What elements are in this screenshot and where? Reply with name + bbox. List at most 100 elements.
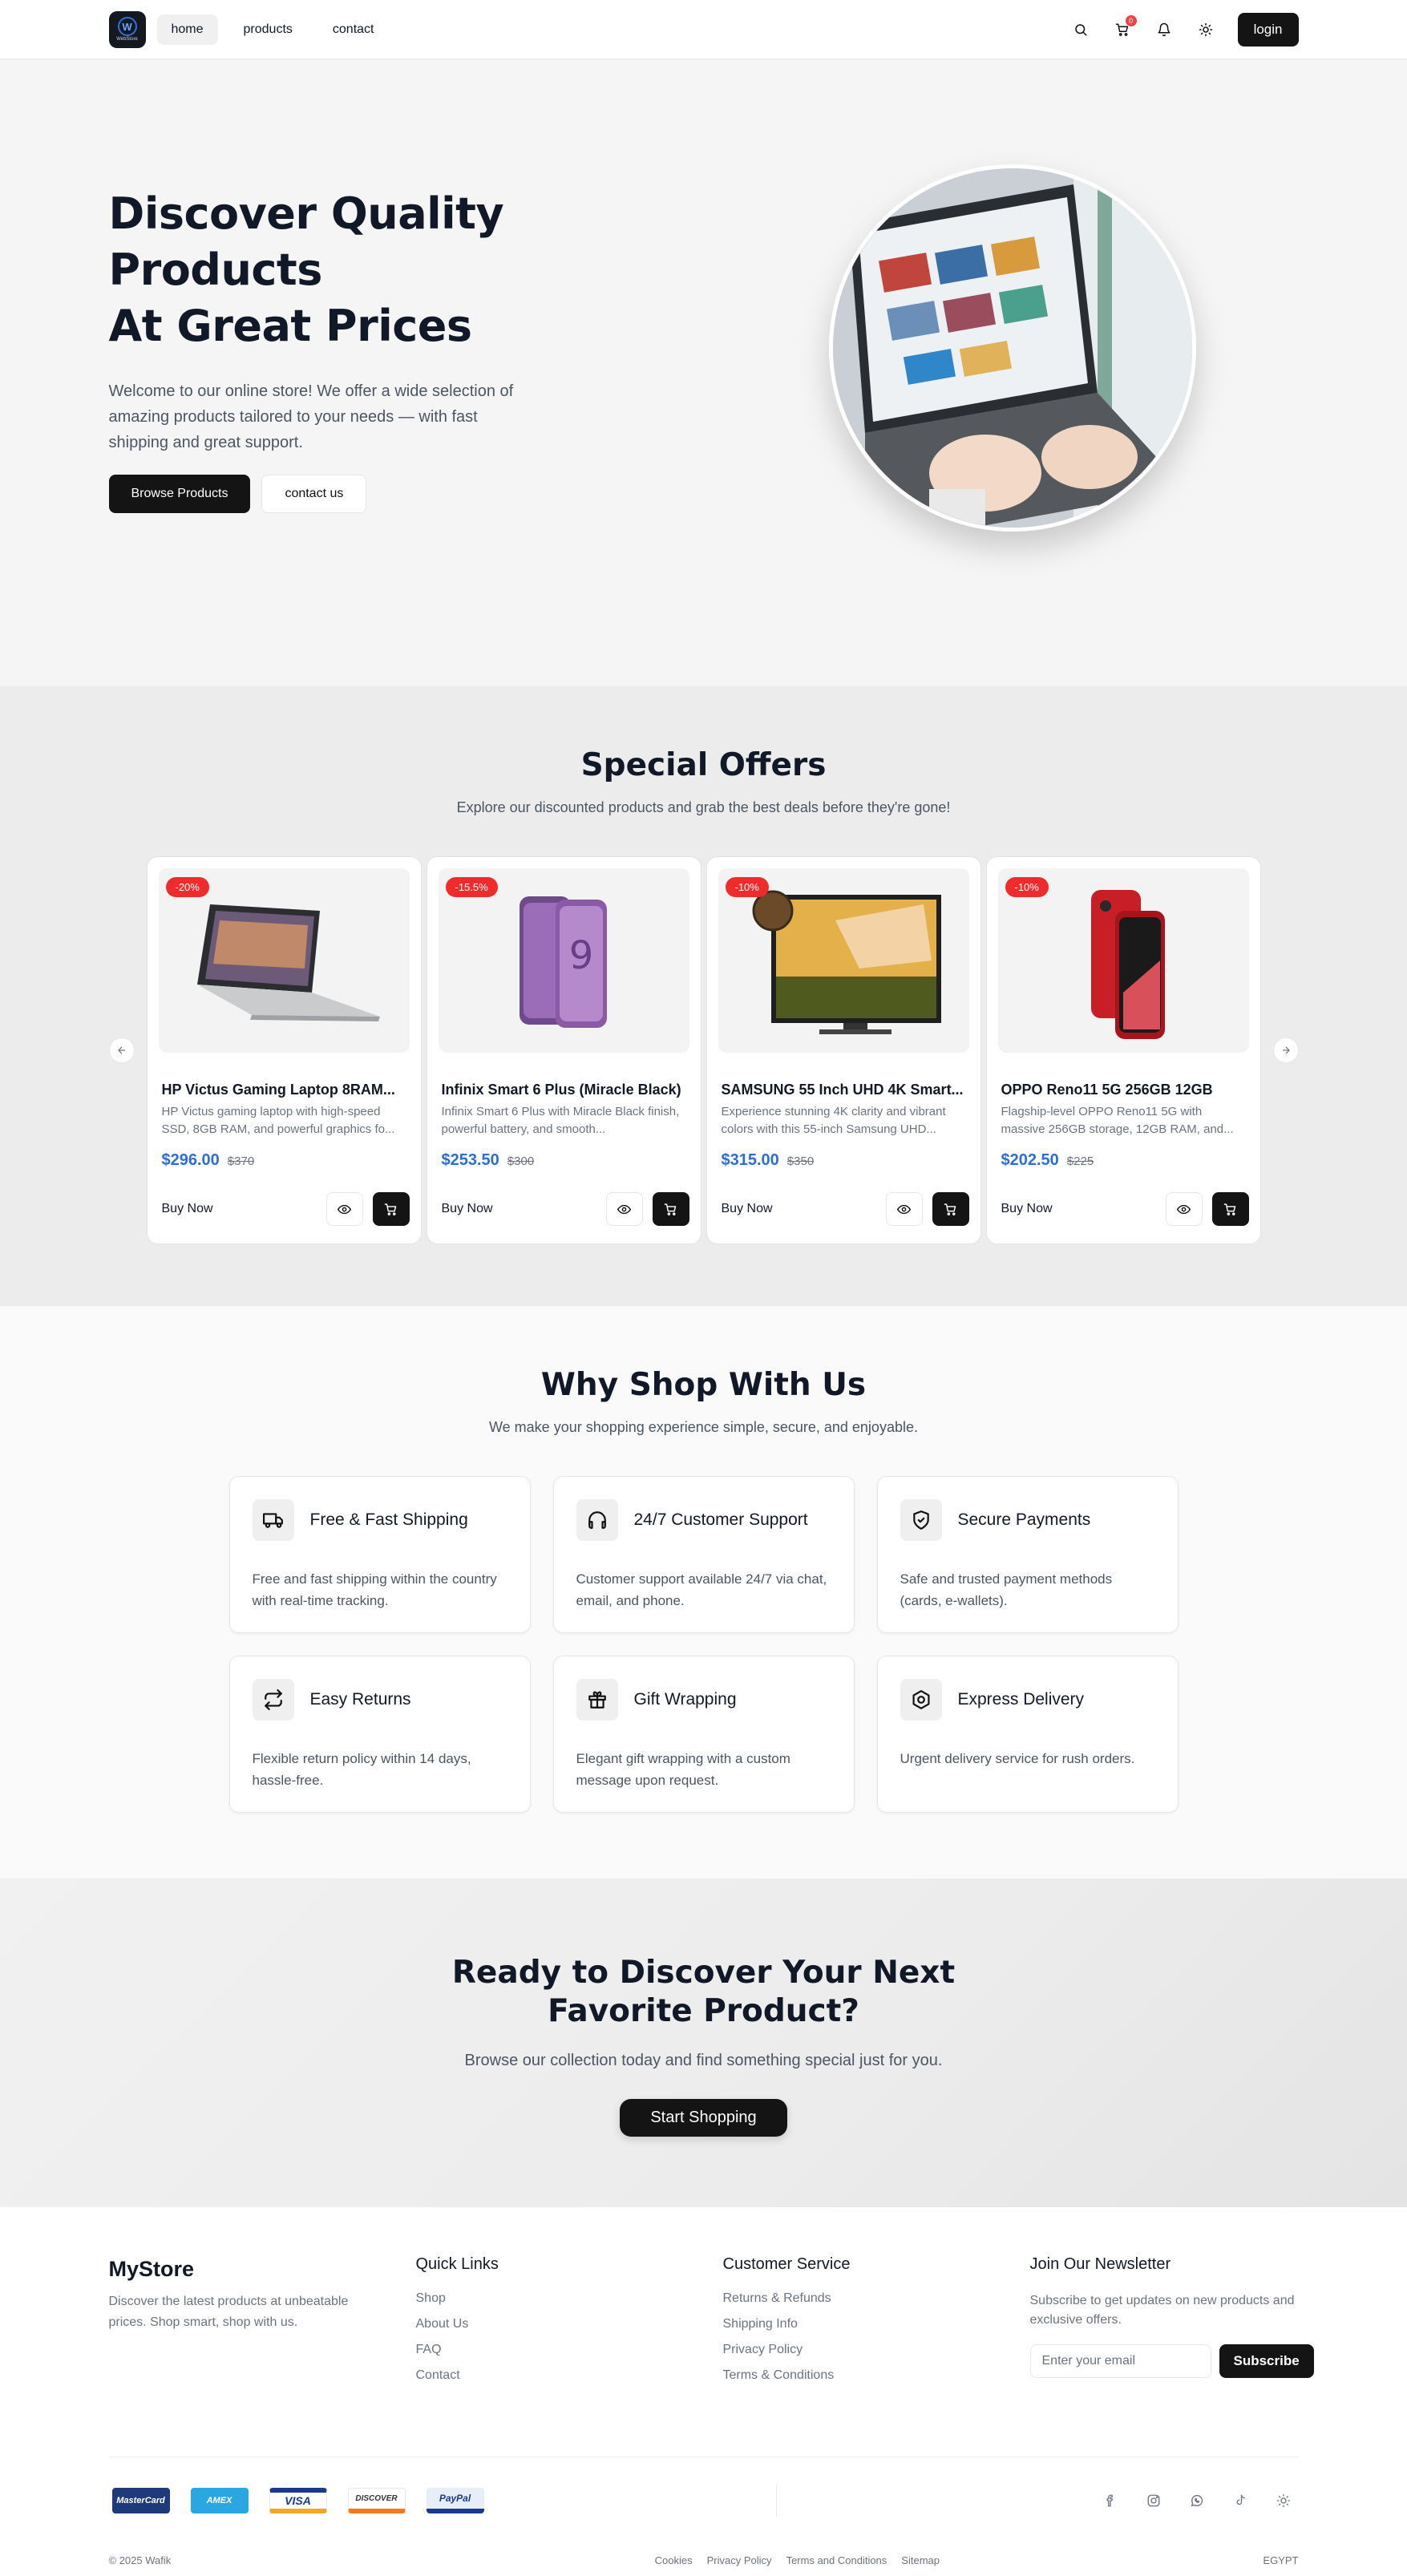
product-price: $202.50 $225 xyxy=(998,1151,1249,1170)
red-phone-illustration xyxy=(1091,890,1165,1039)
footer-link-terms[interactable]: Terms & Conditions xyxy=(723,2368,1030,2383)
buy-now-link[interactable]: Buy Now xyxy=(722,1202,773,1216)
theme-sun-icon[interactable] xyxy=(1276,2493,1291,2508)
carousel-next-button[interactable] xyxy=(1272,1037,1299,1063)
legal-link-terms[interactable]: Terms and Conditions xyxy=(786,2554,887,2566)
country-label: EGYPT xyxy=(1263,2554,1299,2566)
legal-link-cookies[interactable]: Cookies xyxy=(655,2554,693,2566)
feature-title: Gift Wrapping xyxy=(633,1690,737,1709)
footer-link-about[interactable]: About Us xyxy=(416,2317,723,2331)
card-actions: Buy Now xyxy=(1001,1192,1249,1226)
feature-card: Free & Fast Shipping Free and fast shipp… xyxy=(228,1476,531,1633)
product-cards: -20% HP Victus Gaming Laptop 8RAM... HP … xyxy=(146,856,1261,1244)
arrow-right-icon xyxy=(1282,1046,1290,1054)
product-image: -10% xyxy=(997,868,1249,1053)
footer-link-faq[interactable]: FAQ xyxy=(416,2343,723,2357)
product-name[interactable]: OPPO Reno11 5G 256GB 12GB xyxy=(998,1082,1249,1098)
quick-links-title: Quick Links xyxy=(415,2255,499,2273)
cta-subtitle: Browse our collection today and find som… xyxy=(464,2052,943,2069)
add-to-cart-button[interactable] xyxy=(1211,1192,1249,1226)
product-card[interactable]: -10% SAMSUNG 55 Inch UHD 4K Smart... Exp… xyxy=(706,856,981,1244)
nav-link-products[interactable]: products xyxy=(229,14,307,45)
logo[interactable]: W WebStore xyxy=(108,10,146,48)
hero-laptop-illustration xyxy=(832,168,1192,528)
product-card[interactable]: -15.5% 9 Infinix Smart 6 Plus (Miracle B… xyxy=(426,856,701,1244)
feature-description: Safe and trusted payment methods (cards,… xyxy=(900,1571,1113,1608)
card-icon-buttons xyxy=(1165,1192,1249,1226)
hexagon-icon xyxy=(900,1679,942,1721)
carousel-prev-button[interactable] xyxy=(108,1037,135,1063)
footer-brand: MyStore Discover the latest products at … xyxy=(109,2255,416,2383)
legal-link-privacy[interactable]: Privacy Policy xyxy=(707,2554,772,2566)
product-name[interactable]: SAMSUNG 55 Inch UHD 4K Smart... xyxy=(718,1082,969,1098)
tiktok-icon[interactable] xyxy=(1233,2493,1247,2508)
whatsapp-icon[interactable] xyxy=(1190,2493,1204,2508)
site-footer: MyStore Discover the latest products at … xyxy=(0,2207,1407,2576)
add-to-cart-button[interactable] xyxy=(932,1192,969,1226)
footer-link-shop[interactable]: Shop xyxy=(416,2291,723,2306)
footer-columns: MyStore Discover the latest products at … xyxy=(109,2255,1314,2383)
footer-link-returns[interactable]: Returns & Refunds xyxy=(723,2291,1030,2306)
cart-icon xyxy=(664,1203,677,1215)
brand-description: Discover the latest products at unbeatab… xyxy=(108,2295,349,2329)
browse-products-button[interactable]: Browse Products xyxy=(108,474,251,513)
price-current: $315.00 xyxy=(721,1151,779,1169)
eye-icon xyxy=(338,1204,351,1214)
contact-us-button[interactable]: contact us xyxy=(261,474,367,513)
price-current: $296.00 xyxy=(161,1151,220,1169)
price-current: $202.50 xyxy=(1001,1151,1059,1169)
product-card[interactable]: -20% HP Victus Gaming Laptop 8RAM... HP … xyxy=(146,856,422,1244)
nav-link-contact[interactable]: contact xyxy=(318,14,389,45)
add-to-cart-button[interactable] xyxy=(372,1192,410,1226)
feature-title: Express Delivery xyxy=(957,1690,1085,1709)
feature-card: Gift Wrapping Elegant gift wrapping with… xyxy=(552,1656,855,1813)
card-actions: Buy Now xyxy=(442,1192,689,1226)
offers-title: Special Offers xyxy=(580,747,827,783)
why-subtitle: We make your shopping experience simple,… xyxy=(489,1419,918,1435)
shield-check-icon xyxy=(900,1499,942,1541)
nav-left: W WebStore home products contact xyxy=(108,10,389,48)
tv-illustration xyxy=(752,890,941,1034)
buy-now-link[interactable]: Buy Now xyxy=(1001,1202,1053,1216)
offers-subtitle: Explore our discounted products and grab… xyxy=(456,799,951,815)
newsletter-email-input[interactable] xyxy=(1029,2344,1211,2378)
search-icon[interactable] xyxy=(1071,20,1090,39)
quick-view-button[interactable] xyxy=(885,1192,923,1226)
quick-view-button[interactable] xyxy=(605,1192,643,1226)
product-description: HP Victus gaming laptop with high-speed … xyxy=(161,1105,395,1136)
add-to-cart-button[interactable] xyxy=(652,1192,689,1226)
theme-sun-icon[interactable] xyxy=(1196,20,1215,39)
product-description: Infinix Smart 6 Plus with Miracle Black … xyxy=(441,1105,680,1136)
cart-icon xyxy=(1223,1203,1236,1215)
product-price: $315.00 $350 xyxy=(718,1151,969,1170)
start-shopping-button[interactable]: Start Shopping xyxy=(620,2099,787,2137)
discount-badge: -10% xyxy=(1005,877,1049,897)
legal-link-sitemap[interactable]: Sitemap xyxy=(901,2554,940,2566)
bell-icon[interactable] xyxy=(1154,20,1174,39)
card-actions: Buy Now xyxy=(722,1192,969,1226)
facebook-icon[interactable] xyxy=(1103,2493,1118,2508)
cart-icon[interactable]: 0 xyxy=(1113,14,1137,39)
footer-link-privacy[interactable]: Privacy Policy xyxy=(723,2343,1030,2357)
discover-logo: DISCOVER xyxy=(347,2488,406,2513)
footer-link-contact[interactable]: Contact xyxy=(416,2368,723,2383)
quick-view-button[interactable] xyxy=(1165,1192,1203,1226)
feature-description: Elegant gift wrapping with a custom mess… xyxy=(576,1751,790,1788)
product-name[interactable]: HP Victus Gaming Laptop 8RAM... xyxy=(159,1082,410,1098)
product-description: Flagship-level OPPO Reno11 5G with massi… xyxy=(1001,1105,1234,1136)
footer-link-shipping[interactable]: Shipping Info xyxy=(723,2317,1030,2331)
buy-now-link[interactable]: Buy Now xyxy=(162,1202,213,1216)
product-card[interactable]: -10% OPPO Reno11 5G 256GB 12GB Flagship-… xyxy=(985,856,1261,1244)
hero-title-line1: Discover Quality Products xyxy=(108,188,504,295)
instagram-icon[interactable] xyxy=(1146,2493,1161,2508)
buy-now-link[interactable]: Buy Now xyxy=(442,1202,493,1216)
brand-name: MyStore xyxy=(108,2257,195,2281)
product-name[interactable]: Infinix Smart 6 Plus (Miracle Black) xyxy=(439,1082,689,1098)
subscribe-button[interactable]: Subscribe xyxy=(1219,2344,1314,2378)
quick-view-button[interactable] xyxy=(325,1192,363,1226)
nav-link-home[interactable]: home xyxy=(156,14,218,45)
logo-mark-icon: W xyxy=(117,17,137,36)
cart-count-badge: 0 xyxy=(1125,14,1137,26)
headset-icon xyxy=(576,1499,618,1541)
login-button[interactable]: login xyxy=(1237,12,1299,47)
